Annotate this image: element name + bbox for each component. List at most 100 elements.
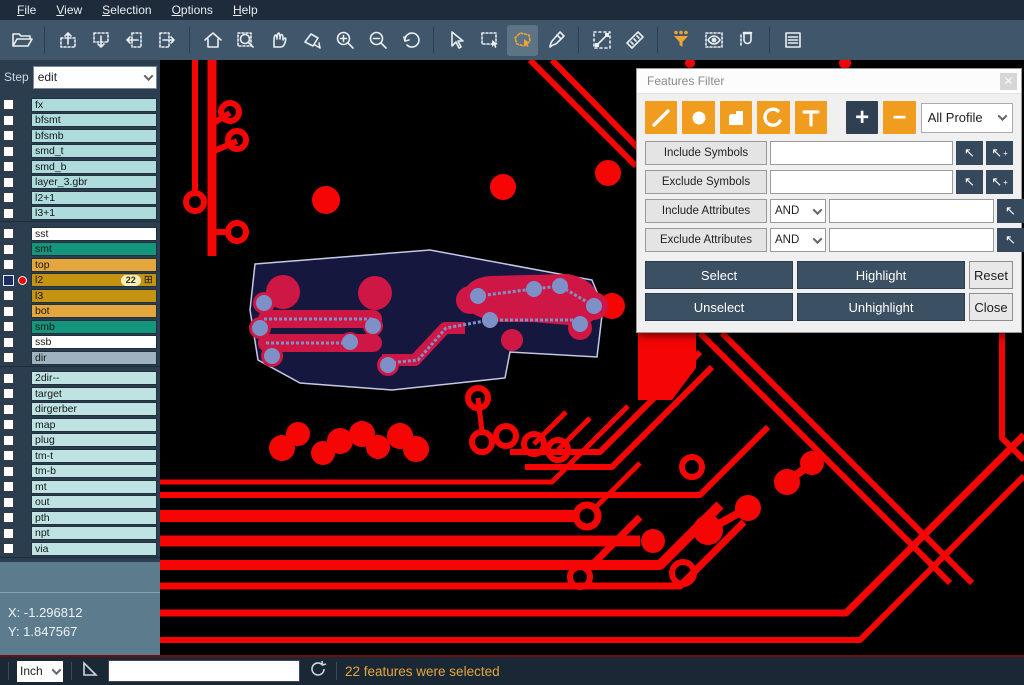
pick-arrow-button[interactable]: ↖ — [997, 199, 1024, 223]
layer-row-via[interactable]: via — [0, 541, 160, 557]
highlight-button[interactable]: Highlight — [797, 261, 965, 289]
layer-checkbox-l3[interactable] — [3, 290, 14, 301]
include-symbols-input[interactable] — [770, 141, 953, 165]
layer-name[interactable]: smb — [31, 320, 157, 334]
zoom-area-icon[interactable] — [230, 25, 261, 56]
menu-file[interactable]: File — [8, 1, 45, 19]
remove-filter-button[interactable]: − — [883, 101, 915, 134]
features-filter-icon[interactable] — [665, 25, 696, 56]
layer-checkbox-l2[interactable] — [3, 275, 14, 286]
layer-active-gutter[interactable] — [14, 276, 31, 285]
layer-checkbox-via[interactable] — [3, 543, 14, 554]
layer-name[interactable]: mt — [31, 480, 157, 494]
pan-down-icon[interactable] — [85, 25, 116, 56]
layer-name[interactable]: map — [31, 418, 157, 432]
layer-checkbox-npt[interactable] — [3, 528, 14, 539]
refresh-icon[interactable] — [308, 659, 328, 684]
unselect-button[interactable]: Unselect — [645, 293, 793, 321]
layer-row-sst[interactable]: sst — [0, 226, 160, 242]
brush-select-icon[interactable] — [540, 25, 571, 56]
layer-checkbox-bot[interactable] — [3, 306, 14, 317]
layer-checkbox-pth[interactable] — [3, 512, 14, 523]
layer-name[interactable]: plug — [31, 433, 157, 447]
home-view-icon[interactable] — [197, 25, 228, 56]
layer-name[interactable]: bot — [31, 304, 157, 318]
pick-arrow-button[interactable]: ↖ — [956, 170, 983, 194]
pan-right-icon[interactable] — [151, 25, 182, 56]
layer-name[interactable]: l2+1 — [31, 191, 157, 205]
layer-row-smb[interactable]: smb — [0, 319, 160, 335]
layer-name[interactable]: dir — [31, 351, 157, 365]
layer-row-ssb[interactable]: ssb — [0, 335, 160, 351]
layer-name[interactable]: smd_b — [31, 160, 157, 174]
open-file-icon[interactable] — [6, 25, 37, 56]
layer-row-npt[interactable]: npt — [0, 526, 160, 542]
layer-name[interactable]: smt — [31, 242, 157, 256]
layer-checkbox-dirgerber[interactable] — [3, 404, 14, 415]
pad-feature-button[interactable] — [682, 101, 714, 134]
reshape-view-icon[interactable] — [296, 25, 327, 56]
layer-row-l2+1[interactable]: l2+1 — [0, 190, 160, 206]
layer-checkbox-target[interactable] — [3, 388, 14, 399]
layer-row-tm-b[interactable]: tm-b — [0, 464, 160, 480]
snap-mode-icon[interactable] — [731, 25, 762, 56]
layer-row-l3+1[interactable]: l3+1 — [0, 206, 160, 222]
line-feature-button[interactable] — [645, 101, 677, 134]
layer-row-dir[interactable]: dir — [0, 350, 160, 366]
dialog-title-bar[interactable]: Features Filter ✕ — [637, 69, 1021, 94]
layer-checkbox-bfsmb[interactable] — [3, 130, 14, 141]
layer-name[interactable]: l3+1 — [31, 206, 157, 220]
layer-checkbox-layer_3.gbr[interactable] — [3, 177, 14, 188]
layer-checkbox-fx[interactable] — [3, 99, 14, 110]
layer-checkbox-plug[interactable] — [3, 435, 14, 446]
exclude-symbols-input[interactable] — [770, 170, 953, 194]
layer-checkbox-bfsmt[interactable] — [3, 115, 14, 126]
layer-checkbox-map[interactable] — [3, 419, 14, 430]
layer-row-top[interactable]: top — [0, 257, 160, 273]
layer-row-pth[interactable]: pth — [0, 510, 160, 526]
menu-help[interactable]: Help — [224, 1, 267, 19]
layers-panel-icon[interactable] — [777, 25, 808, 56]
text-feature-button[interactable] — [795, 101, 827, 134]
layer-name[interactable]: smd_t — [31, 144, 157, 158]
layer-name[interactable]: top — [31, 258, 157, 272]
layer-name[interactable]: sst — [31, 227, 157, 241]
arc-feature-button[interactable] — [757, 101, 789, 134]
layer-row-bfsmb[interactable]: bfsmb — [0, 128, 160, 144]
layer-checkbox-tm-t[interactable] — [3, 450, 14, 461]
exclude-attributes-button[interactable]: Exclude Attributes — [645, 228, 767, 252]
layer-checkbox-sst[interactable] — [3, 228, 14, 239]
layer-name[interactable]: pth — [31, 511, 157, 525]
layer-checkbox-tm-b[interactable] — [3, 466, 14, 477]
reset-button[interactable]: Reset — [969, 261, 1013, 289]
pan-up-icon[interactable] — [52, 25, 83, 56]
layer-name[interactable]: fx — [31, 98, 157, 112]
layer-checkbox-top[interactable] — [3, 259, 14, 270]
menu-options[interactable]: Options — [163, 1, 222, 19]
layer-name[interactable]: bfsmb — [31, 129, 157, 143]
layer-checkbox-ssb[interactable] — [3, 337, 14, 348]
layer-checkbox-smd_b[interactable] — [3, 161, 14, 172]
profile-select[interactable]: All Profile — [921, 103, 1013, 133]
layer-row-fx[interactable]: fx — [0, 97, 160, 113]
measure-points-icon[interactable] — [586, 25, 617, 56]
layer-name[interactable]: tm-t — [31, 449, 157, 463]
pan-left-icon[interactable] — [118, 25, 149, 56]
layer-checkbox-smt[interactable] — [3, 244, 14, 255]
layer-row-smd_t[interactable]: smd_t — [0, 144, 160, 160]
zoom-out-icon[interactable] — [362, 25, 393, 56]
layer-row-smd_b[interactable]: smd_b — [0, 159, 160, 175]
surface-feature-button[interactable] — [720, 101, 752, 134]
layer-row-bot[interactable]: bot — [0, 304, 160, 320]
layer-row-dirgerber[interactable]: dirgerber — [0, 402, 160, 418]
layer-name[interactable]: l3 — [31, 289, 157, 303]
layer-name[interactable]: ssb — [31, 335, 157, 349]
layer-name[interactable]: npt — [31, 526, 157, 540]
layer-name[interactable]: layer_3.gbr — [31, 175, 157, 189]
pick-arrow-button[interactable]: ↖ — [997, 228, 1024, 252]
select-cursor-icon[interactable] — [441, 25, 472, 56]
menu-view[interactable]: View — [47, 1, 91, 19]
pick-add-arrow-button[interactable]: ↖+ — [986, 170, 1013, 194]
layer-row-mt[interactable]: mt — [0, 479, 160, 495]
layer-checkbox-smd_t[interactable] — [3, 146, 14, 157]
